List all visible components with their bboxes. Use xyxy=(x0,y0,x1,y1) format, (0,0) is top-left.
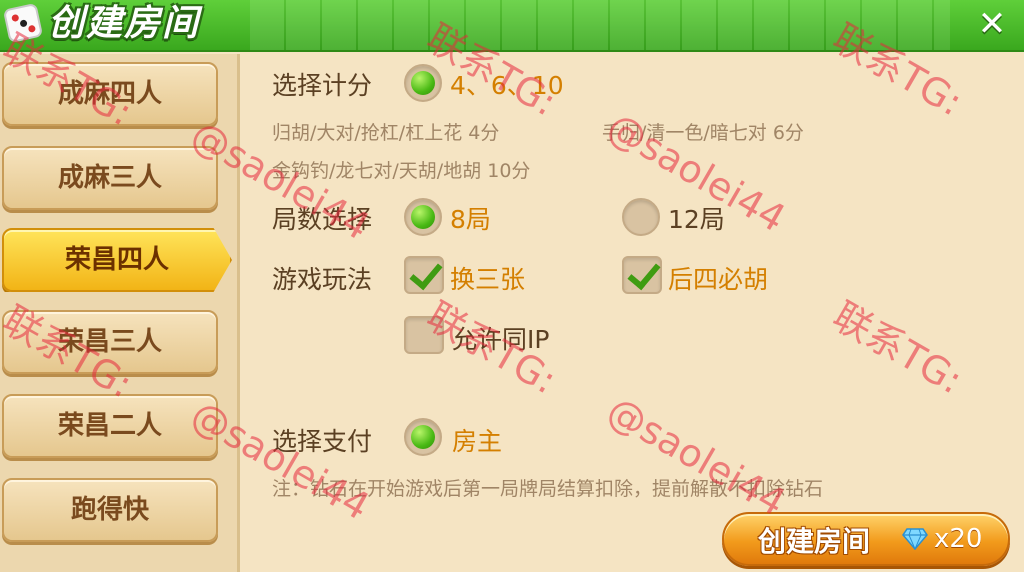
rounds-option-8: 8局 xyxy=(450,205,491,234)
close-icon[interactable]: ✕ xyxy=(974,6,1010,42)
sidebar-item-rongchang-three[interactable]: 荣昌三人 xyxy=(2,310,218,374)
sidebar: 成麻四人 成麻三人 荣昌四人 荣昌三人 荣昌二人 跑得快 xyxy=(0,54,240,572)
checkbox-allow-same-ip[interactable] xyxy=(404,316,444,354)
sidebar-item-rongchang-four[interactable]: 荣昌四人 xyxy=(2,228,232,292)
gameplay-option-last-four: 后四必胡 xyxy=(668,265,769,294)
gameplay-option-swap-three: 换三张 xyxy=(450,265,526,294)
diamond-cost: x20 xyxy=(934,524,983,554)
create-room-button[interactable]: 创建房间 x20 xyxy=(722,512,1010,566)
scoring-detail-10: 金钩钓/龙七对/天胡/地胡 10分 xyxy=(272,160,531,182)
checkbox-last-four-must-win[interactable] xyxy=(622,256,662,294)
watermark-handle: @saolei44 xyxy=(600,388,793,525)
payment-option-host: 房主 xyxy=(452,427,503,456)
dice-icon xyxy=(2,2,44,44)
page-title: 创建房间 xyxy=(48,3,201,44)
payment-label: 选择支付 xyxy=(272,427,373,456)
sidebar-item-chengma-three[interactable]: 成麻三人 xyxy=(2,146,218,210)
rounds-radio-12[interactable] xyxy=(622,198,660,236)
header-bar: 创建房间 ✕ xyxy=(0,0,1024,52)
payment-note: 注：钻石在开始游戏后第一局牌局结算扣除，提前解散不扣除钻石 xyxy=(272,478,824,500)
create-room-label: 创建房间 xyxy=(758,525,871,558)
sidebar-item-chengma-four[interactable]: 成麻四人 xyxy=(2,62,218,126)
gameplay-option-same-ip: 允许同IP xyxy=(452,325,550,354)
rounds-option-12: 12局 xyxy=(668,205,725,234)
watermark-contact: 联系TG: xyxy=(825,293,971,403)
scoring-detail-6: 手归/清一色/暗七对 6分 xyxy=(602,122,804,144)
rounds-radio-8[interactable] xyxy=(404,198,442,236)
gameplay-label: 游戏玩法 xyxy=(272,265,373,294)
scoring-radio[interactable] xyxy=(404,64,442,102)
sidebar-item-paodekuai[interactable]: 跑得快 xyxy=(2,478,218,542)
scoring-option-text: 4、6、10 xyxy=(450,71,564,100)
scoring-detail-4: 归胡/大对/抢杠/杠上花 4分 xyxy=(272,122,500,144)
scoring-label: 选择计分 xyxy=(272,71,373,100)
sidebar-item-rongchang-two[interactable]: 荣昌二人 xyxy=(2,394,218,458)
rounds-label: 局数选择 xyxy=(272,205,373,234)
diamond-icon xyxy=(902,528,928,550)
header-tiles-decoration xyxy=(250,0,950,50)
payment-radio-host[interactable] xyxy=(404,418,442,456)
checkbox-swap-three[interactable] xyxy=(404,256,444,294)
